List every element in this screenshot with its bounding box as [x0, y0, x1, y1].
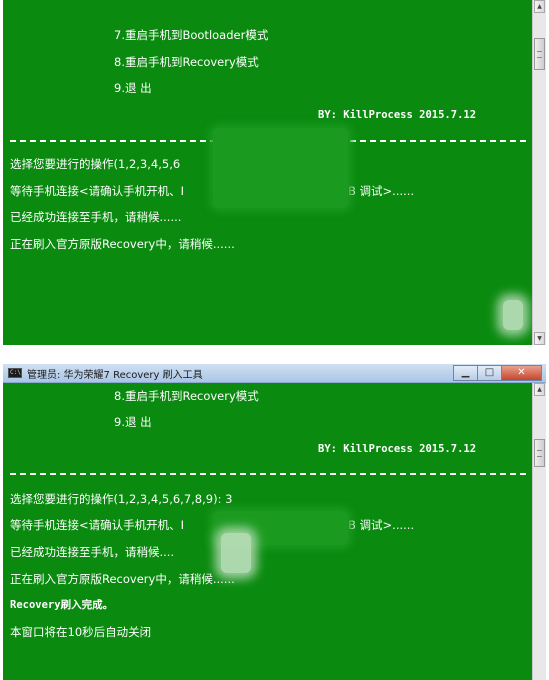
- scrollbar[interactable]: ▲ ▼: [532, 0, 546, 345]
- scroll-thumb[interactable]: [534, 439, 545, 467]
- wait-connection-text-end: B 调试>......: [348, 184, 415, 198]
- connected-status: 已经成功连接至手机，请稍候....: [10, 545, 175, 559]
- flashing-status: 正在刷入官方原版Recovery中，请稍候......: [10, 237, 235, 251]
- console-window-bottom: C:\ 管理员: 华为荣耀7 Recovery 刷入工具 ▁ □ ✕ 8.重启手…: [3, 364, 546, 680]
- wait-connection-text-end: B 调试>......: [348, 518, 415, 532]
- scroll-down-arrow-icon[interactable]: ▼: [534, 332, 545, 345]
- menu-item-exit: 9.退 出: [114, 415, 152, 429]
- command-prompt-icon: C:\: [8, 368, 22, 378]
- close-button[interactable]: ✕: [501, 365, 542, 381]
- watermark-blur: [503, 300, 523, 330]
- connected-status: 已经成功连接至手机，请稍候......: [10, 210, 182, 224]
- window-title: 管理员: 华为荣耀7 Recovery 刷入工具: [27, 370, 203, 381]
- menu-item-bootloader: 7.重启手机到Bootloader模式: [114, 28, 269, 42]
- console-output: 8.重启手机到Recovery模式 9.退 出 BY: KillProcess …: [3, 383, 532, 680]
- flash-complete-status: Recovery刷入完成。: [10, 599, 114, 611]
- window-controls: ▁ □ ✕: [453, 365, 542, 381]
- menu-item-exit: 9.退 出: [114, 81, 152, 95]
- redacted-region: [213, 128, 348, 208]
- title-bar[interactable]: C:\ 管理员: 华为荣耀7 Recovery 刷入工具 ▁ □ ✕: [3, 364, 546, 383]
- console-window-top: 7.重启手机到Bootloader模式 8.重启手机到Recovery模式 9.…: [3, 0, 546, 345]
- separator-line: [10, 473, 526, 475]
- scrollbar[interactable]: ▲: [532, 383, 546, 680]
- operation-prompt: 选择您要进行的操作(1,2,3,4,5,6,7,8,9): 3: [10, 492, 233, 506]
- auto-close-notice: 本窗口将在10秒后自动关闭: [10, 625, 152, 639]
- author-byline: BY: KillProcess 2015.7.12: [318, 109, 477, 121]
- scroll-thumb[interactable]: [534, 38, 545, 70]
- flashing-status: 正在刷入官方原版Recovery中，请稍候......: [10, 572, 235, 586]
- wait-connection-text: 等待手机连接<请确认手机开机、I: [10, 518, 185, 532]
- console-output: 7.重启手机到Bootloader模式 8.重启手机到Recovery模式 9.…: [3, 0, 532, 345]
- menu-item-recovery: 8.重启手机到Recovery模式: [114, 389, 259, 403]
- watermark-blur: [221, 533, 251, 573]
- maximize-button[interactable]: □: [477, 365, 501, 381]
- scroll-up-arrow-icon[interactable]: ▲: [534, 383, 545, 396]
- operation-prompt: 选择您要进行的操作(1,2,3,4,5,6: [10, 157, 181, 171]
- wait-connection-text: 等待手机连接<请确认手机开机、I: [10, 184, 185, 198]
- minimize-button[interactable]: ▁: [453, 365, 477, 381]
- author-byline: BY: KillProcess 2015.7.12: [318, 443, 477, 455]
- menu-item-recovery: 8.重启手机到Recovery模式: [114, 55, 259, 69]
- scroll-up-arrow-icon[interactable]: ▲: [534, 0, 545, 13]
